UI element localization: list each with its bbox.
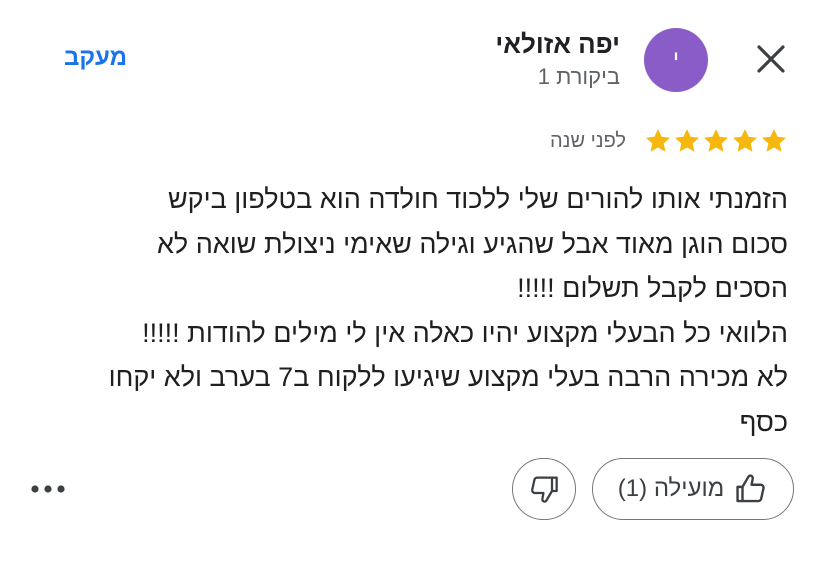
review-text: הזמנתי אותו להורים שלי ללכוד חולדה הוא ב… — [28, 177, 788, 444]
dislike-button[interactable] — [512, 458, 576, 520]
reviewer-info: יפה אזולאי ביקורת 1 — [495, 28, 620, 92]
avatar-letter: י — [672, 46, 680, 73]
reviewer-name[interactable]: יפה אזולאי — [495, 28, 620, 60]
helpful-button[interactable]: מועילה (1) — [592, 458, 794, 520]
close-button[interactable] — [748, 36, 794, 82]
more-options-button[interactable] — [26, 470, 70, 508]
star-icon — [645, 129, 671, 152]
thumbs-down-icon — [528, 473, 560, 505]
review-text-line: הסכים לקבל תשלום !!!!! — [517, 273, 788, 303]
star-icon — [674, 129, 700, 152]
review-text-line: כסף — [739, 406, 788, 437]
star-icon — [703, 129, 729, 152]
star-icon — [761, 129, 787, 152]
reviewer-review-count: ביקורת 1 — [537, 64, 620, 89]
review-text-line: סכום הוגן מאוד אבל שהגיע וגילה שאימי ניצ… — [156, 228, 788, 259]
star-icon — [732, 129, 758, 152]
thumbs-up-icon — [734, 472, 768, 506]
helpful-label: מועילה (1) — [617, 475, 725, 502]
review-text-line: לא מכירה הרבה בעלי מקצוע שיגיעו ללקוח ב7… — [108, 362, 788, 392]
review-text-line: הלוואי כל הבעלי מקצוע יהיו כאלה אין לי מ… — [142, 317, 788, 348]
more-horizontal-icon — [31, 485, 65, 493]
star-rating — [644, 127, 788, 155]
review-meta: לפני שנה — [550, 124, 788, 158]
review-text-line: הזמנתי אותו להורים שלי ללכוד חולדה הוא ב… — [167, 184, 788, 214]
follow-button[interactable]: מעקב — [64, 44, 127, 72]
avatar[interactable]: י — [644, 28, 708, 92]
close-icon — [757, 45, 785, 73]
review-date: לפני שנה — [550, 129, 626, 152]
